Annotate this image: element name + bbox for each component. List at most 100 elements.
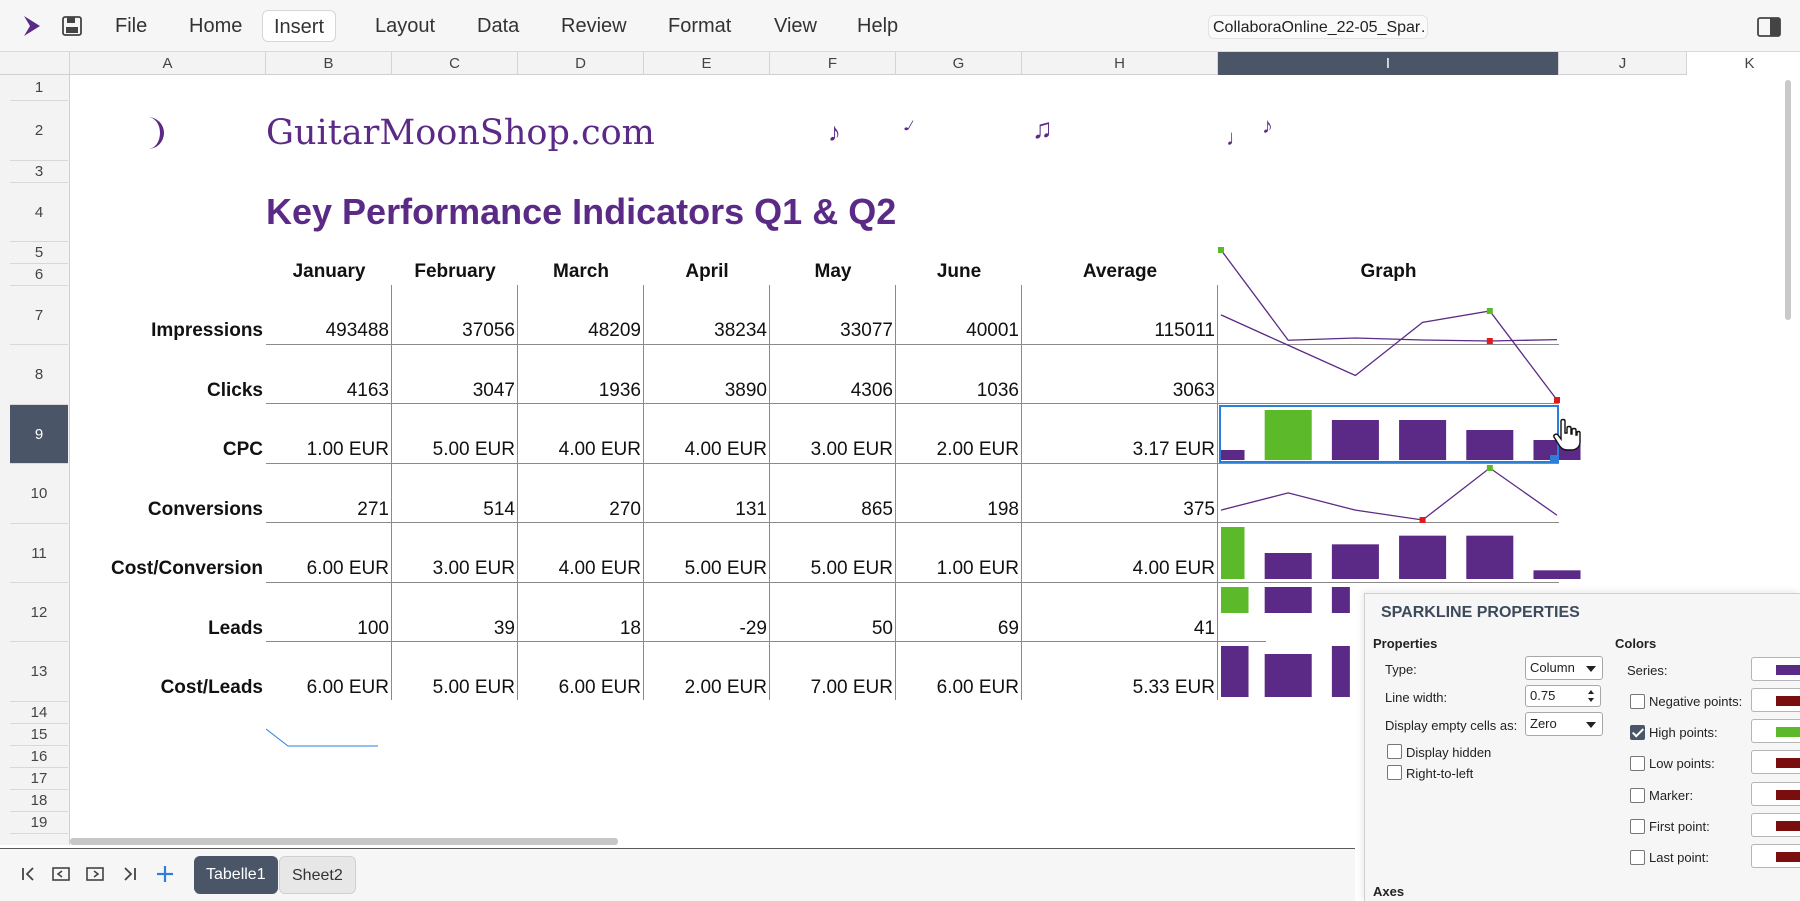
menu-file[interactable]: File [104, 10, 158, 42]
row-header-9[interactable]: 9 [10, 405, 68, 464]
right-to-left-checkbox[interactable] [1387, 765, 1402, 780]
cell-average[interactable]: 115011 [1022, 320, 1215, 342]
high-color-button[interactable] [1751, 719, 1800, 743]
cell-value[interactable]: 270 [518, 499, 641, 521]
cell-value[interactable]: 5.00 EUR [392, 677, 515, 699]
low-color-button[interactable] [1751, 750, 1800, 774]
column-header-d[interactable]: D [518, 52, 644, 75]
menu-help[interactable]: Help [846, 10, 909, 42]
cell-average[interactable]: 375 [1022, 499, 1215, 521]
cell-value[interactable]: 69 [896, 618, 1019, 640]
column-header-i[interactable]: I [1218, 52, 1559, 75]
cell-value[interactable]: 2.00 EUR [644, 677, 767, 699]
low-points-checkbox[interactable] [1630, 756, 1645, 771]
sheet-tab-sheet2[interactable]: Sheet2 [279, 856, 356, 894]
cell-value[interactable]: 3047 [392, 380, 515, 402]
series-color-button[interactable] [1751, 657, 1800, 681]
cell-value[interactable]: 2.00 EUR [896, 439, 1019, 461]
cell-average[interactable]: 3.17 EUR [1022, 439, 1215, 461]
horizontal-scrollbar[interactable] [70, 838, 618, 845]
column-header-c[interactable]: C [392, 52, 518, 75]
cell-value[interactable]: 1.00 EUR [266, 439, 389, 461]
type-select[interactable]: Column [1525, 656, 1603, 680]
save-icon[interactable] [62, 16, 82, 36]
marker-checkbox[interactable] [1630, 788, 1645, 803]
cell-value[interactable]: 514 [392, 499, 515, 521]
cell-value[interactable]: 131 [644, 499, 767, 521]
next-sheet-icon[interactable] [82, 861, 108, 887]
row-header-3[interactable]: 3 [10, 161, 68, 183]
cell-value[interactable]: 865 [770, 499, 893, 521]
vertical-scrollbar[interactable] [1785, 80, 1791, 320]
cell-value[interactable]: 50 [770, 618, 893, 640]
cell-value[interactable]: 3890 [644, 380, 767, 402]
cell-value[interactable]: 493488 [266, 320, 389, 342]
row-header-17[interactable]: 17 [10, 768, 68, 790]
cell-value[interactable]: 198 [896, 499, 1019, 521]
cell-value[interactable]: 6.00 EUR [266, 677, 389, 699]
collabora-logo-icon[interactable] [22, 15, 42, 37]
row-header-8[interactable]: 8 [10, 345, 68, 405]
menu-review[interactable]: Review [550, 10, 638, 42]
cell-value[interactable]: 33077 [770, 320, 893, 342]
column-header-e[interactable]: E [644, 52, 770, 75]
row-header-4[interactable]: 4 [10, 183, 68, 242]
add-sheet-icon[interactable] [152, 861, 178, 887]
cell-value[interactable]: 37056 [392, 320, 515, 342]
menu-format[interactable]: Format [657, 10, 742, 42]
cell-value[interactable]: -29 [644, 618, 767, 640]
cell-value[interactable]: 271 [266, 499, 389, 521]
cell-value[interactable]: 1036 [896, 380, 1019, 402]
cell-value[interactable]: 5.00 EUR [770, 558, 893, 580]
cell-value[interactable]: 6.00 EUR [518, 677, 641, 699]
row-header-7[interactable]: 7 [10, 286, 68, 345]
cell-value[interactable]: 4.00 EUR [518, 439, 641, 461]
cell-value[interactable]: 4.00 EUR [518, 558, 641, 580]
column-header-b[interactable]: B [266, 52, 392, 75]
cell-value[interactable]: 1.00 EUR [896, 558, 1019, 580]
menu-layout[interactable]: Layout [364, 10, 446, 42]
menu-data[interactable]: Data [466, 10, 530, 42]
cell-average[interactable]: 5.33 EUR [1022, 677, 1215, 699]
row-header-18[interactable]: 18 [10, 790, 68, 812]
cell-average[interactable]: 3063 [1022, 380, 1215, 402]
first-color-button[interactable] [1751, 813, 1800, 837]
cell-value[interactable]: 6.00 EUR [266, 558, 389, 580]
cell-value[interactable]: 39 [392, 618, 515, 640]
row-header-12[interactable]: 12 [10, 583, 68, 642]
cell-value[interactable]: 6.00 EUR [896, 677, 1019, 699]
cell-average[interactable]: 4.00 EUR [1022, 558, 1215, 580]
cell-value[interactable]: 1936 [518, 380, 641, 402]
first-sheet-icon[interactable] [16, 861, 42, 887]
cell-value[interactable]: 4.00 EUR [644, 439, 767, 461]
row-header-1[interactable]: 1 [10, 75, 68, 101]
cell-value[interactable]: 48209 [518, 320, 641, 342]
column-header-j[interactable]: J [1559, 52, 1687, 75]
row-header-11[interactable]: 11 [10, 524, 68, 583]
menu-insert[interactable]: Insert [262, 10, 337, 42]
negative-color-button[interactable] [1751, 688, 1800, 712]
previous-sheet-icon[interactable] [48, 861, 74, 887]
menu-view[interactable]: View [763, 10, 828, 42]
column-header-g[interactable]: G [896, 52, 1022, 75]
row-header-14[interactable]: 14 [10, 702, 68, 724]
column-header-a[interactable]: A [70, 52, 266, 75]
cell-value[interactable]: 100 [266, 618, 389, 640]
cell-average[interactable]: 41 [1022, 618, 1215, 640]
empty-cells-select[interactable]: Zero [1525, 712, 1603, 736]
line-width-spinner[interactable]: 0.75 [1525, 685, 1601, 707]
cell-value[interactable]: 5.00 EUR [644, 558, 767, 580]
marker-color-button[interactable] [1751, 782, 1800, 806]
negative-points-checkbox[interactable] [1630, 694, 1645, 709]
high-points-checkbox[interactable] [1630, 725, 1645, 740]
row-header-6[interactable]: 6 [10, 264, 68, 286]
row-header-15[interactable]: 15 [10, 724, 68, 746]
row-header-13[interactable]: 13 [10, 642, 68, 702]
row-header-10[interactable]: 10 [10, 464, 68, 524]
first-point-checkbox[interactable] [1630, 819, 1645, 834]
cell-value[interactable]: 5.00 EUR [392, 439, 515, 461]
last-color-button[interactable] [1751, 844, 1800, 868]
sheet-tab-tabelle1[interactable]: Tabelle1 [194, 856, 278, 894]
column-header-k[interactable]: K [1687, 52, 1800, 75]
column-header-h[interactable]: H [1022, 52, 1218, 75]
